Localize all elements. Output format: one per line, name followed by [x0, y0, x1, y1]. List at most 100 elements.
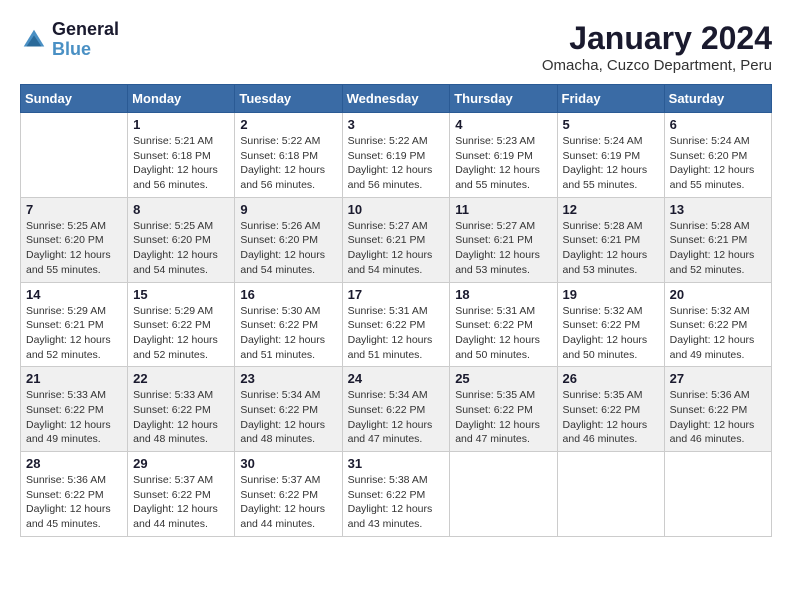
calendar-cell: 31 Sunrise: 5:38 AMSunset: 6:22 PMDayligh…: [342, 452, 450, 537]
calendar-cell: 20Sunrise: 5:32 AMSunset: 6:22 PMDayligh…: [664, 282, 771, 367]
calendar-cell: 13Sunrise: 5:28 AMSunset: 6:21 PMDayligh…: [664, 197, 771, 282]
day-info: Sunrise: 5:22 AMSunset: 6:18 PMDaylight:…: [240, 134, 336, 193]
day-info: Sunrise: 5:38 AMSunset: 6:22 PMDaylight:…: [348, 473, 445, 532]
calendar-cell: 5 Sunrise: 5:24 AMSunset: 6:19 PMDaylight…: [557, 113, 664, 198]
calendar-cell: 16Sunrise: 5:30 AMSunset: 6:22 PMDayligh…: [235, 282, 342, 367]
calendar-cell: 3 Sunrise: 5:22 AMSunset: 6:19 PMDaylight…: [342, 113, 450, 198]
logo-text: GeneralBlue: [52, 20, 119, 60]
day-number: 7: [26, 202, 122, 217]
calendar-cell: 8 Sunrise: 5:25 AMSunset: 6:20 PMDaylight…: [128, 197, 235, 282]
day-number: 25: [455, 371, 551, 386]
header-friday: Friday: [557, 85, 664, 113]
calendar-cell: 30Sunrise: 5:37 AMSunset: 6:22 PMDayligh…: [235, 452, 342, 537]
day-info: Sunrise: 5:24 AMSunset: 6:19 PMDaylight:…: [563, 134, 659, 193]
day-number: 19: [563, 287, 659, 302]
day-number: 31: [348, 456, 445, 471]
day-info: Sunrise: 5:31 AMSunset: 6:22 PMDaylight:…: [455, 304, 551, 363]
day-info: Sunrise: 5:27 AMSunset: 6:21 PMDaylight:…: [455, 219, 551, 278]
day-info: Sunrise: 5:35 AMSunset: 6:22 PMDaylight:…: [563, 388, 659, 447]
calendar-cell: 28 Sunrise: 5:36 AMSunset: 6:22 PMDayligh…: [21, 452, 128, 537]
day-info: Sunrise: 5:34 AMSunset: 6:22 PMDaylight:…: [240, 388, 336, 447]
header-wednesday: Wednesday: [342, 85, 450, 113]
day-number: 26: [563, 371, 659, 386]
calendar-cell: 24 Sunrise: 5:34 AMSunset: 6:22 PMDayligh…: [342, 367, 450, 452]
day-info: Sunrise: 5:35 AMSunset: 6:22 PMDaylight:…: [455, 388, 551, 447]
calendar-cell: 9Sunrise: 5:26 AMSunset: 6:20 PMDaylight…: [235, 197, 342, 282]
day-info: Sunrise: 5:32 AMSunset: 6:22 PMDaylight:…: [670, 304, 766, 363]
calendar-cell: 21 Sunrise: 5:33 AMSunset: 6:22 PMDayligh…: [21, 367, 128, 452]
calendar-cell: 1Sunrise: 5:21 AMSunset: 6:18 PMDaylight…: [128, 113, 235, 198]
calendar-cell: 11 Sunrise: 5:27 AMSunset: 6:21 PMDayligh…: [450, 197, 557, 282]
title-block: January 2024 Omacha, Cuzco Department, P…: [542, 20, 772, 74]
header-sunday: Sunday: [21, 85, 128, 113]
day-info: Sunrise: 5:33 AMSunset: 6:22 PMDaylight:…: [133, 388, 229, 447]
calendar-cell: 7 Sunrise: 5:25 AMSunset: 6:20 PMDaylight…: [21, 197, 128, 282]
day-number: 21: [26, 371, 122, 386]
day-info: Sunrise: 5:22 AMSunset: 6:19 PMDaylight:…: [348, 134, 445, 193]
day-info: Sunrise: 5:29 AMSunset: 6:21 PMDaylight:…: [26, 304, 122, 363]
calendar-cell: 14 Sunrise: 5:29 AMSunset: 6:21 PMDayligh…: [21, 282, 128, 367]
day-number: 30: [240, 456, 336, 471]
calendar-title: January 2024: [542, 20, 772, 57]
day-info: Sunrise: 5:34 AMSunset: 6:22 PMDaylight:…: [348, 388, 445, 447]
calendar-cell: 19 Sunrise: 5:32 AMSunset: 6:22 PMDayligh…: [557, 282, 664, 367]
calendar-cell: 29Sunrise: 5:37 AMSunset: 6:22 PMDayligh…: [128, 452, 235, 537]
day-number: 10: [348, 202, 445, 217]
header-monday: Monday: [128, 85, 235, 113]
day-info: Sunrise: 5:25 AMSunset: 6:20 PMDaylight:…: [26, 219, 122, 278]
day-number: 11: [455, 202, 551, 217]
calendar-cell: 4 Sunrise: 5:23 AMSunset: 6:19 PMDaylight…: [450, 113, 557, 198]
calendar-week-row: 7 Sunrise: 5:25 AMSunset: 6:20 PMDaylight…: [21, 197, 772, 282]
day-number: 6: [670, 117, 766, 132]
day-info: Sunrise: 5:33 AMSunset: 6:22 PMDaylight:…: [26, 388, 122, 447]
day-info: Sunrise: 5:24 AMSunset: 6:20 PMDaylight:…: [670, 134, 766, 193]
day-number: 8: [133, 202, 229, 217]
calendar-week-row: 1Sunrise: 5:21 AMSunset: 6:18 PMDaylight…: [21, 113, 772, 198]
day-info: Sunrise: 5:37 AMSunset: 6:22 PMDaylight:…: [133, 473, 229, 532]
day-info: Sunrise: 5:21 AMSunset: 6:18 PMDaylight:…: [133, 134, 229, 193]
day-number: 5: [563, 117, 659, 132]
page-header: GeneralBlue January 2024 Omacha, Cuzco D…: [20, 20, 772, 74]
calendar-cell: [557, 452, 664, 537]
calendar-cell: 2 Sunrise: 5:22 AMSunset: 6:18 PMDaylight…: [235, 113, 342, 198]
day-number: 28: [26, 456, 122, 471]
header-tuesday: Tuesday: [235, 85, 342, 113]
calendar-cell: 25 Sunrise: 5:35 AMSunset: 6:22 PMDayligh…: [450, 367, 557, 452]
day-info: Sunrise: 5:25 AMSunset: 6:20 PMDaylight:…: [133, 219, 229, 278]
day-info: Sunrise: 5:28 AMSunset: 6:21 PMDaylight:…: [670, 219, 766, 278]
day-info: Sunrise: 5:27 AMSunset: 6:21 PMDaylight:…: [348, 219, 445, 278]
calendar-subtitle: Omacha, Cuzco Department, Peru: [542, 57, 772, 74]
header-thursday: Thursday: [450, 85, 557, 113]
logo-icon: [20, 26, 48, 54]
day-number: 2: [240, 117, 336, 132]
day-number: 22: [133, 371, 229, 386]
day-info: Sunrise: 5:36 AMSunset: 6:22 PMDaylight:…: [670, 388, 766, 447]
day-info: Sunrise: 5:26 AMSunset: 6:20 PMDaylight:…: [240, 219, 336, 278]
calendar-cell: 22 Sunrise: 5:33 AMSunset: 6:22 PMDayligh…: [128, 367, 235, 452]
calendar-cell: 15 Sunrise: 5:29 AMSunset: 6:22 PMDayligh…: [128, 282, 235, 367]
day-info: Sunrise: 5:23 AMSunset: 6:19 PMDaylight:…: [455, 134, 551, 193]
calendar-week-row: 28 Sunrise: 5:36 AMSunset: 6:22 PMDayligh…: [21, 452, 772, 537]
calendar-cell: 18 Sunrise: 5:31 AMSunset: 6:22 PMDayligh…: [450, 282, 557, 367]
header-saturday: Saturday: [664, 85, 771, 113]
day-number: 18: [455, 287, 551, 302]
day-number: 27: [670, 371, 766, 386]
calendar-cell: 10 Sunrise: 5:27 AMSunset: 6:21 PMDayligh…: [342, 197, 450, 282]
calendar-cell: 17Sunrise: 5:31 AMSunset: 6:22 PMDayligh…: [342, 282, 450, 367]
day-number: 15: [133, 287, 229, 302]
calendar-week-row: 14 Sunrise: 5:29 AMSunset: 6:21 PMDayligh…: [21, 282, 772, 367]
day-info: Sunrise: 5:28 AMSunset: 6:21 PMDaylight:…: [563, 219, 659, 278]
day-info: Sunrise: 5:29 AMSunset: 6:22 PMDaylight:…: [133, 304, 229, 363]
day-info: Sunrise: 5:36 AMSunset: 6:22 PMDaylight:…: [26, 473, 122, 532]
day-number: 14: [26, 287, 122, 302]
day-number: 23: [240, 371, 336, 386]
calendar-cell: [664, 452, 771, 537]
calendar-cell: 27 Sunrise: 5:36 AMSunset: 6:22 PMDayligh…: [664, 367, 771, 452]
calendar-cell: 26 Sunrise: 5:35 AMSunset: 6:22 PMDayligh…: [557, 367, 664, 452]
day-number: 24: [348, 371, 445, 386]
day-number: 4: [455, 117, 551, 132]
day-number: 3: [348, 117, 445, 132]
day-info: Sunrise: 5:32 AMSunset: 6:22 PMDaylight:…: [563, 304, 659, 363]
day-info: Sunrise: 5:30 AMSunset: 6:22 PMDaylight:…: [240, 304, 336, 363]
calendar-cell: [21, 113, 128, 198]
